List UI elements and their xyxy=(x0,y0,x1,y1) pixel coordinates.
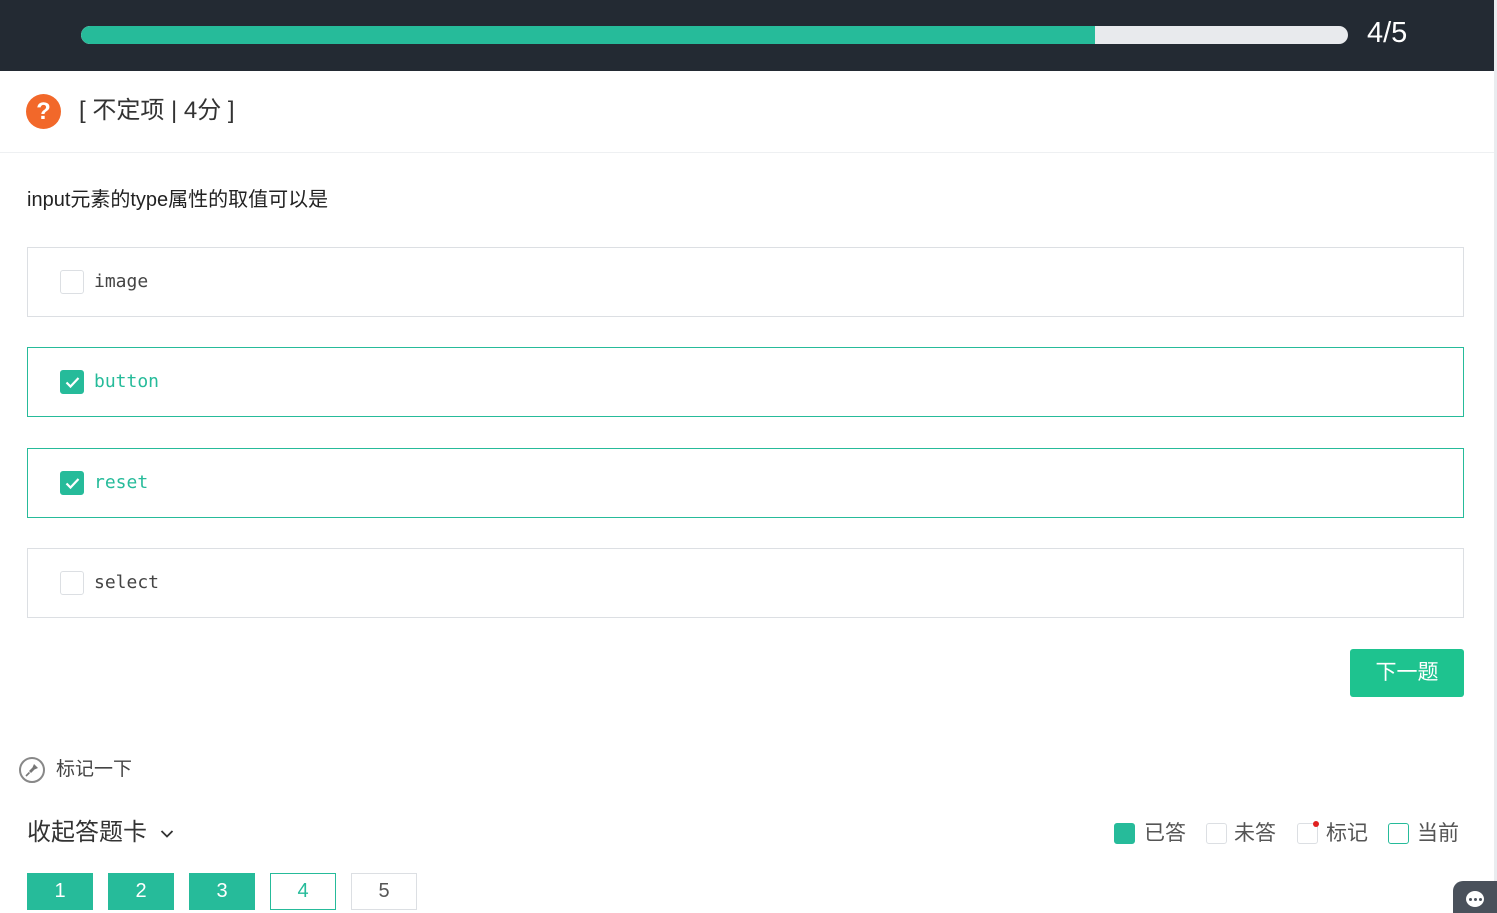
question-stem: input元素的type属性的取值可以是 xyxy=(27,189,329,211)
current-swatch xyxy=(1388,823,1409,844)
question-header: ? [ 不定项 | 4分 ] xyxy=(0,71,1494,153)
legend-unanswered: 未答 xyxy=(1206,820,1286,848)
collapse-label: 收起答题卡 xyxy=(27,819,147,846)
legend-label: 未答 xyxy=(1234,822,1276,845)
legend-label: 标记 xyxy=(1326,822,1368,845)
checkbox[interactable] xyxy=(60,471,84,495)
checkbox[interactable] xyxy=(60,571,84,595)
progress-fill xyxy=(81,26,1095,44)
pin-icon xyxy=(19,757,45,783)
progress-track xyxy=(81,26,1348,44)
progress-counter: 4/5 xyxy=(1367,17,1408,49)
next-question-button[interactable]: 下一题 xyxy=(1350,649,1464,697)
checkbox[interactable] xyxy=(60,270,84,294)
legend-answered: 已答 xyxy=(1114,820,1194,848)
checkmark-icon xyxy=(65,377,80,389)
unanswered-swatch xyxy=(1206,823,1227,844)
answered-swatch xyxy=(1114,823,1135,844)
question-type-label: [ 不定项 | 4分 ] xyxy=(79,97,235,124)
legend-marked: 标记 xyxy=(1297,820,1377,848)
option-button[interactable]: button xyxy=(27,347,1464,417)
question-number-2[interactable]: 2 xyxy=(108,873,174,910)
legend-label: 当前 xyxy=(1417,822,1459,845)
legend-label: 已答 xyxy=(1144,822,1186,845)
option-image[interactable]: image xyxy=(27,247,1464,317)
option-label: image xyxy=(94,271,149,292)
option-label: reset xyxy=(94,472,149,493)
option-label: button xyxy=(94,371,160,392)
legend-current: 当前 xyxy=(1388,820,1468,848)
top-progress-bar: 4/5 xyxy=(0,0,1494,71)
question-number-3[interactable]: 3 xyxy=(189,873,255,910)
chat-icon xyxy=(1466,891,1484,907)
question-number-5[interactable]: 5 xyxy=(351,873,417,910)
mark-label: 标记一下 xyxy=(56,759,133,780)
chat-button[interactable] xyxy=(1453,881,1497,913)
question-number-1[interactable]: 1 xyxy=(27,873,93,910)
question-number-4[interactable]: 4 xyxy=(270,873,336,910)
question-mark-icon: ? xyxy=(26,94,61,129)
option-label: select xyxy=(94,572,160,593)
chevron-down-icon xyxy=(160,830,173,838)
checkbox[interactable] xyxy=(60,370,84,394)
mark-dot-icon xyxy=(1313,821,1319,827)
option-select[interactable]: select xyxy=(27,548,1464,618)
option-reset[interactable]: reset xyxy=(27,448,1464,518)
collapse-answer-card[interactable]: 收起答题卡 xyxy=(27,816,174,850)
checkmark-icon xyxy=(65,478,80,490)
